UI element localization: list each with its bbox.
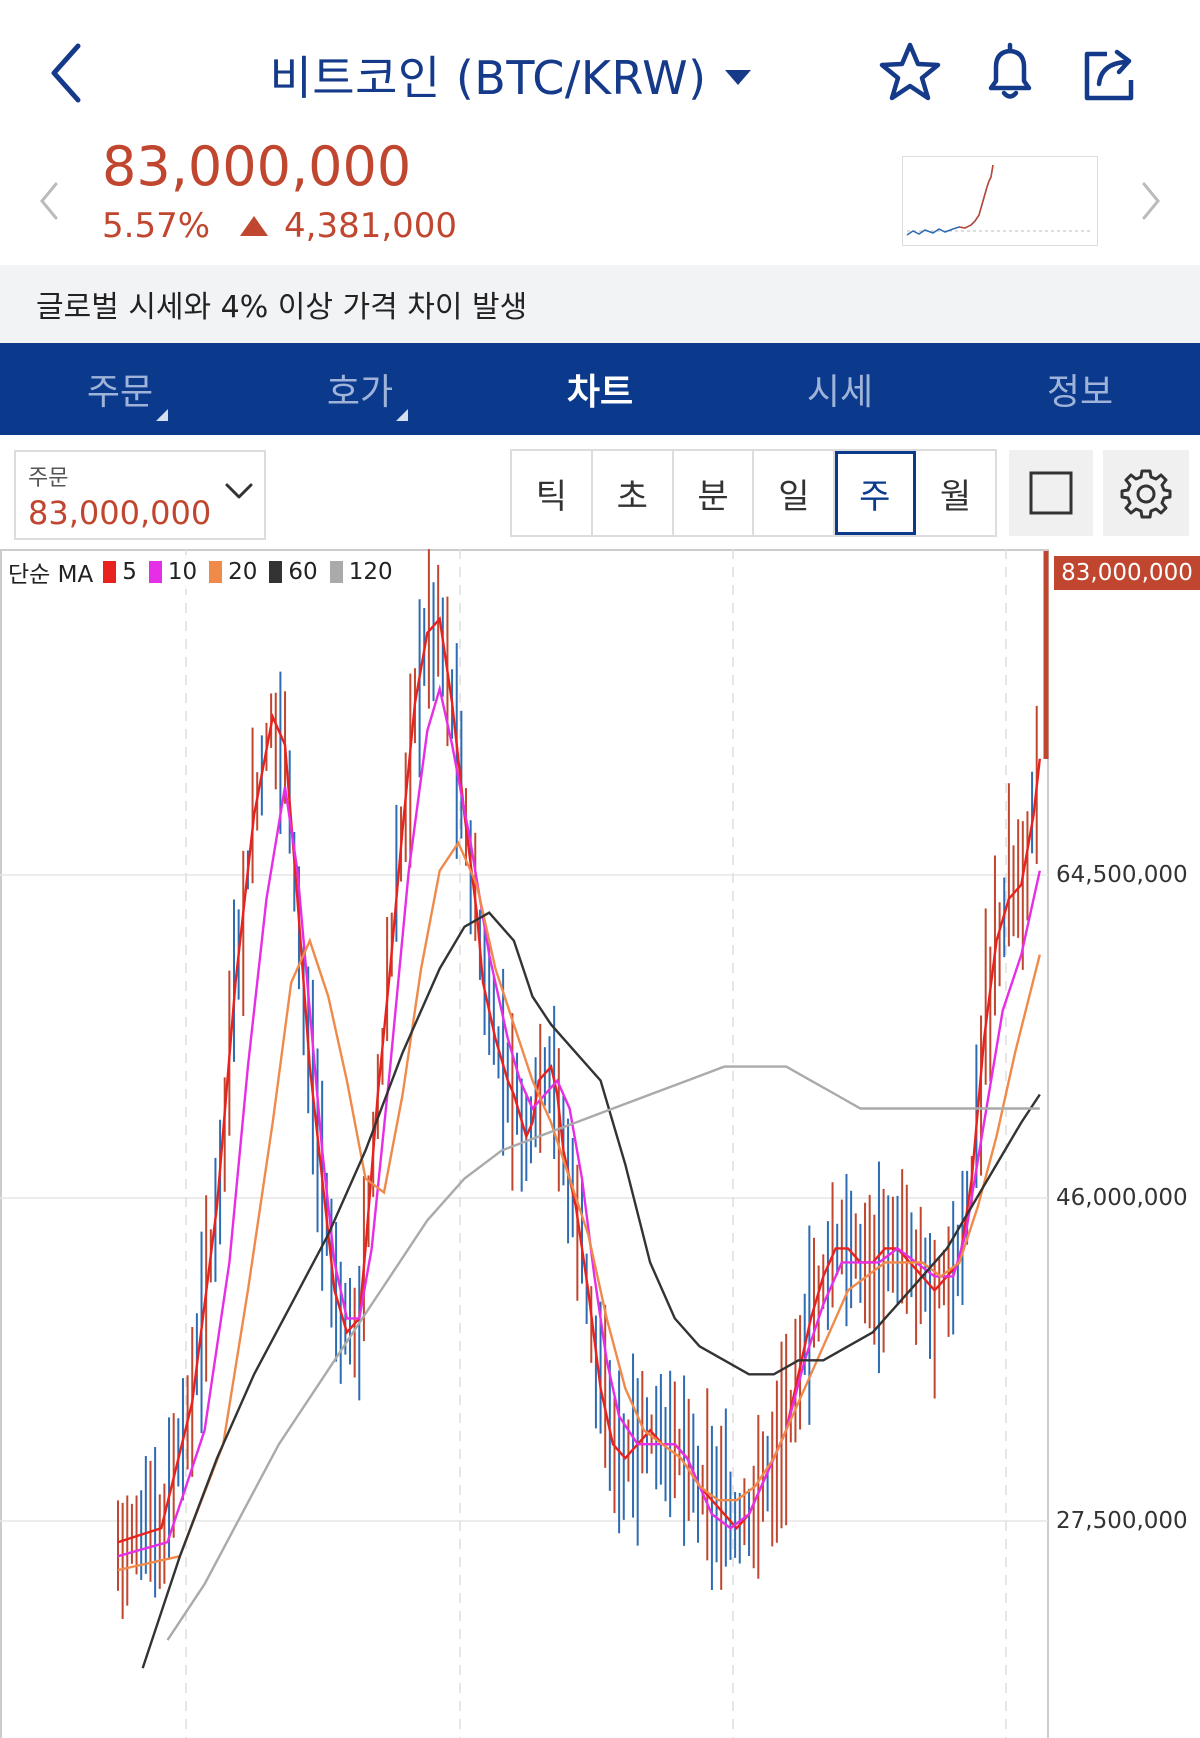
tab-order[interactable]: 주문 [0,343,240,435]
legend-swatch-ma120 [329,561,343,583]
change-percent: 5.57% [102,206,211,246]
corner-indicator-icon [156,409,168,421]
share-icon[interactable] [1077,40,1143,106]
period-tick-button[interactable]: 틱 [512,451,593,535]
change-amount: 4,381,000 [284,206,458,246]
tab-chart-label: 차트 [566,372,634,413]
period-month-button[interactable]: 월 [916,451,995,535]
legend-item-ma120: 120 [348,559,393,585]
legend-item-ma5: 5 [122,559,137,585]
y-axis-label: 46,000,000 [1056,1185,1188,1211]
tab-info[interactable]: 정보 [960,343,1200,435]
legend-swatch-ma10 [148,561,162,583]
legend-item-ma60: 60 [288,559,318,585]
back-arrow-icon[interactable] [40,38,100,108]
period-selector: 틱 초 분 일 주 월 [510,449,997,537]
fullscreen-button[interactable] [1009,450,1093,536]
coin-title-text: 비트코인 (BTC/KRW) [269,51,707,105]
order-box-label: 주문 [28,466,69,491]
legend-item-ma20: 20 [228,559,258,585]
current-price: 83,000,000 [102,135,412,198]
bell-icon[interactable] [977,40,1043,106]
mini-price-chart[interactable] [902,156,1098,246]
square-icon [1029,471,1073,515]
corner-indicator-icon [396,409,408,421]
tab-market-price[interactable]: 시세 [720,343,960,435]
gear-icon [1120,469,1172,519]
legend-swatch-ma5 [103,561,117,583]
legend-swatch-ma20 [209,561,223,583]
up-triangle-icon [240,216,268,236]
next-coin-arrow-icon[interactable] [1136,178,1166,224]
dropdown-caret-icon [724,69,751,85]
order-price-select[interactable]: 주문 83,000,000 [14,450,266,540]
current-price-tag: 83,000,000 [1054,556,1200,590]
price-gap-notice: 글로벌 시세와 4% 이상 가격 차이 발생 [0,265,1200,343]
tab-order-label: 주문 [86,372,154,413]
page-title[interactable]: 비트코인 (BTC/KRW) [250,40,770,110]
tab-orderbook[interactable]: 호가 [240,343,480,435]
period-minute-button[interactable]: 분 [674,451,755,535]
tab-market-price-label: 시세 [806,372,874,413]
legend-item-ma10: 10 [167,559,198,585]
order-box-value: 83,000,000 [28,494,212,532]
period-day-button[interactable]: 일 [754,451,836,535]
legend-title: 단순 MA [8,562,94,588]
y-axis-label: 64,500,000 [1056,862,1188,888]
legend-swatch-ma60 [269,561,283,583]
tab-info-label: 정보 [1046,372,1114,413]
star-icon[interactable] [877,40,943,106]
chart-settings-button[interactable] [1103,450,1189,536]
prev-coin-arrow-icon[interactable] [34,178,64,224]
period-second-button[interactable]: 초 [593,451,674,535]
period-week-button[interactable]: 주 [835,451,917,535]
change-amount-wrap: 4,381,000 [240,206,457,246]
tab-chart[interactable]: 차트 [480,343,720,435]
chart-frame [0,549,1049,1738]
notice-text: 글로벌 시세와 4% 이상 가격 차이 발생 [36,290,528,325]
ma-legend: 단순 MA 5 10 20 60 120 [8,555,395,589]
y-axis-label: 27,500,000 [1056,1508,1188,1534]
tab-orderbook-label: 호가 [326,372,394,413]
price-chart[interactable] [0,549,1200,1738]
main-tabs: 주문 호가 차트 시세 정보 [0,343,1200,435]
chevron-down-icon [225,483,253,499]
